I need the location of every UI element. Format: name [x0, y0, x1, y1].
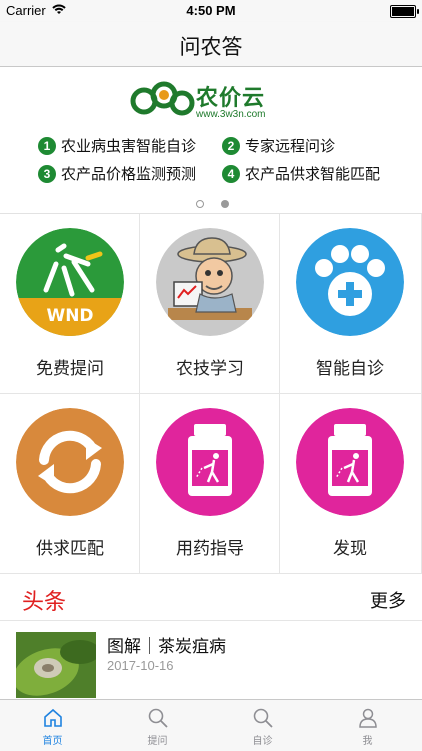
feature-number: 2 [222, 136, 240, 155]
navigation-bar: 问农答 [0, 22, 422, 67]
page-dot[interactable] [196, 200, 204, 208]
feature-4: 4 农产品供求智能匹配 [222, 163, 380, 184]
grid-item-label: 发现 [333, 539, 367, 559]
news-thumbnail [16, 632, 96, 698]
grid-item-smart-diagnosis[interactable]: 智能自诊 [280, 214, 422, 394]
news-list-item[interactable]: 图解｜茶炭疽病 2017-10-16 [0, 628, 422, 698]
status-bar: Carrier 4:50 PM [0, 0, 422, 22]
banner-carousel[interactable]: 农价云 www.3w3n.com 1 农业病虫害智能自诊 2 专家远程问诊 3 … [0, 67, 422, 213]
news-date: 2017-10-16 [107, 658, 174, 673]
feature-text: 农产品供求智能匹配 [245, 165, 381, 183]
logo-url: www.3w3n.com [196, 109, 266, 120]
tab-home[interactable]: 首页 [0, 700, 105, 751]
wnd-logo-icon: WND [16, 228, 124, 336]
page-indicator[interactable] [196, 193, 241, 212]
grid-item-pesticide-guide[interactable]: 用药指导 [140, 394, 280, 574]
tab-label: 提问 [147, 736, 168, 747]
grid-item-supply-demand[interactable]: 供求匹配 [0, 394, 140, 574]
feature-3: 3 农产品价格监测预测 [38, 163, 196, 184]
tab-label: 我 [362, 736, 373, 747]
grid-item-label: 供求匹配 [36, 539, 104, 559]
feature-number: 4 [222, 164, 240, 183]
news-title: 图解｜茶炭疽病 [107, 637, 226, 657]
feature-number: 1 [38, 136, 56, 155]
tab-ask[interactable]: 提问 [105, 700, 210, 751]
pesticide-bottle-icon [156, 408, 264, 516]
grid-item-label: 用药指导 [176, 539, 244, 559]
exchange-arrows-icon [16, 408, 124, 516]
feature-2: 2 专家远程问诊 [222, 135, 335, 156]
headline-title: 头条 [22, 590, 67, 615]
tab-label: 自诊 [252, 736, 273, 747]
headline-header: 头条 更多 [0, 578, 422, 621]
grid-item-label: 免费提问 [36, 359, 104, 379]
page-dot-active[interactable] [221, 200, 230, 208]
search-icon [148, 708, 168, 728]
page-title: 问农答 [179, 35, 243, 59]
grid-item-free-question[interactable]: WND 免费提问 [0, 214, 140, 394]
person-icon [359, 708, 377, 728]
more-button[interactable]: 更多 [370, 587, 406, 613]
feature-1: 1 农业病虫害智能自诊 [38, 135, 196, 156]
logo-text: 农价云 [196, 86, 266, 111]
grid-item-label: 农技学习 [176, 359, 244, 379]
farmer-computer-icon [156, 228, 264, 336]
status-time: 4:50 PM [186, 3, 236, 18]
home-icon [44, 708, 62, 727]
grid-item-discover[interactable]: 发现 [280, 394, 422, 574]
grid-item-farming-learning[interactable]: 农技学习 [140, 214, 280, 394]
feature-grid: WND 免费提问 农技学习 智能自诊 供求匹配 用药指导 发现 [0, 213, 422, 576]
paw-plus-icon [296, 228, 404, 336]
feature-text: 农产品价格监测预测 [61, 165, 197, 183]
svg-text:WND: WND [46, 306, 93, 326]
search-icon [253, 708, 273, 728]
feature-text: 农业病虫害智能自诊 [61, 137, 197, 155]
tab-me[interactable]: 我 [315, 700, 422, 751]
tab-label: 首页 [42, 736, 63, 747]
tab-bar: 首页 提问 自诊 我 [0, 699, 422, 751]
feature-number: 3 [38, 164, 56, 183]
battery-icon [390, 5, 419, 18]
pesticide-bottle-icon [296, 408, 404, 516]
tab-self-diagnosis[interactable]: 自诊 [210, 700, 315, 751]
grid-item-label: 智能自诊 [316, 359, 384, 379]
feature-text: 专家远程问诊 [245, 137, 336, 155]
